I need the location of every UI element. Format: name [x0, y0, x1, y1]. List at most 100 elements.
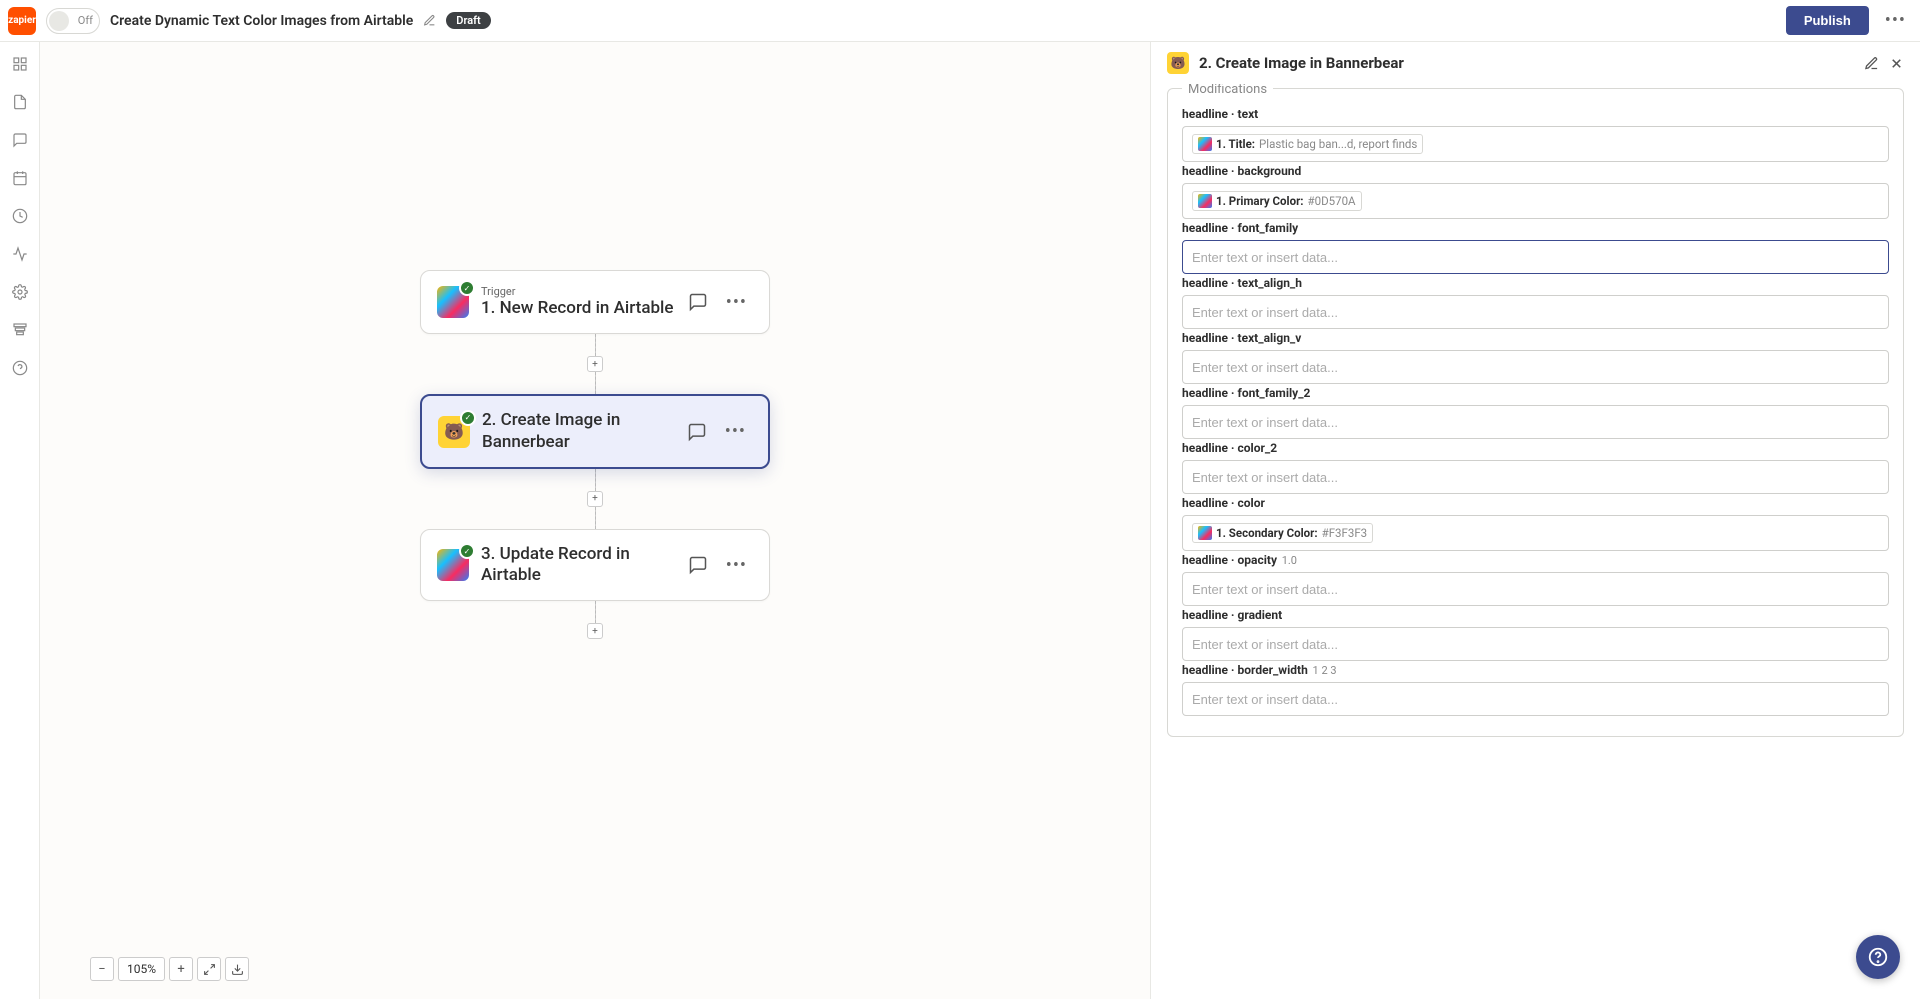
zoom-out-button[interactable]: − — [90, 957, 114, 981]
help-fab[interactable] — [1856, 935, 1900, 979]
field-input[interactable] — [1182, 295, 1889, 329]
panel-body[interactable]: Modifications headline · text1. Title: P… — [1151, 84, 1920, 999]
text-input[interactable] — [1192, 692, 1879, 707]
field-input[interactable] — [1182, 460, 1889, 494]
step-comment-icon[interactable] — [688, 555, 708, 575]
step-config-panel: 🐻 2. Create Image in Bannerbear Modifica… — [1150, 42, 1920, 999]
field-input[interactable] — [1182, 240, 1889, 274]
data-pill[interactable]: 1. Secondary Color: #F3F3F3 — [1192, 523, 1373, 543]
step-comment-icon[interactable] — [687, 422, 707, 442]
field-label: headline · background — [1182, 164, 1889, 178]
step-more-icon[interactable]: ••• — [720, 555, 753, 576]
header-more-icon[interactable]: ••• — [1879, 10, 1912, 31]
toggle-label: Off — [78, 14, 93, 27]
zoom-fit-button[interactable] — [197, 957, 221, 981]
check-icon: ✓ — [460, 410, 476, 426]
zap-toggle[interactable]: Off — [46, 8, 100, 34]
steps-container: ✓ Trigger 1. New Record in Airtable ••• … — [420, 270, 770, 639]
step-text: Trigger 1. New Record in Airtable — [481, 285, 676, 319]
add-step-button[interactable]: + — [587, 356, 603, 372]
data-pill[interactable]: 1. Title: Plastic bag ban...d, report fi… — [1192, 134, 1423, 154]
field-label: headline · gradient — [1182, 608, 1889, 622]
panel-edit-icon[interactable] — [1864, 56, 1879, 71]
step-icon-wrap: ✓ — [437, 549, 469, 581]
calendar-icon[interactable] — [10, 168, 30, 188]
step-more-icon[interactable]: ••• — [719, 421, 752, 442]
text-input[interactable] — [1192, 582, 1879, 597]
field-input[interactable]: 1. Title: Plastic bag ban...d, report fi… — [1182, 126, 1889, 162]
step-comment-icon[interactable] — [688, 292, 708, 312]
field-label: headline · font_family — [1182, 221, 1889, 235]
data-pill[interactable]: 1. Primary Color: #0D570A — [1192, 191, 1362, 211]
zoom-in-button[interactable]: + — [169, 957, 193, 981]
export-button[interactable] — [225, 957, 249, 981]
panel-title: 2. Create Image in Bannerbear — [1199, 54, 1854, 72]
left-sidebar — [0, 42, 40, 999]
add-step-button[interactable]: + — [587, 623, 603, 639]
logo-text: zapier — [8, 15, 36, 26]
apps-icon[interactable] — [10, 54, 30, 74]
field-input[interactable] — [1182, 405, 1889, 439]
field-6: headline · color_2 — [1182, 441, 1889, 494]
field-input[interactable]: 1. Secondary Color: #F3F3F3 — [1182, 515, 1889, 551]
field-label: headline · color_2 — [1182, 441, 1889, 455]
text-input[interactable] — [1192, 360, 1879, 375]
step-icon-wrap: ✓ — [437, 286, 469, 318]
step-small-label: Trigger — [481, 285, 676, 298]
step-title: 1. New Record in Airtable — [481, 298, 676, 319]
field-input[interactable]: 1. Primary Color: #0D570A — [1182, 183, 1889, 219]
step-title: 3. Update Record in Airtable — [481, 544, 676, 587]
text-input[interactable] — [1192, 637, 1879, 652]
settings-icon[interactable] — [10, 282, 30, 302]
step-card-3[interactable]: ✓ 3. Update Record in Airtable ••• — [420, 529, 770, 602]
fieldset-legend: Modifications — [1182, 84, 1273, 97]
step-card-1[interactable]: ✓ Trigger 1. New Record in Airtable ••• — [420, 270, 770, 334]
comment-icon[interactable] — [10, 130, 30, 150]
text-input[interactable] — [1192, 470, 1879, 485]
file-icon[interactable] — [10, 92, 30, 112]
check-icon: ✓ — [459, 543, 475, 559]
step-text: 3. Update Record in Airtable — [481, 544, 676, 587]
connector-line — [595, 507, 596, 529]
connector-line — [595, 372, 596, 394]
archive-icon[interactable] — [10, 320, 30, 340]
connector: + — [420, 601, 770, 639]
airtable-icon — [1198, 194, 1212, 208]
panel-close-icon[interactable] — [1889, 56, 1904, 71]
clock-icon[interactable] — [10, 206, 30, 226]
field-label: headline · text_align_h — [1182, 276, 1889, 290]
field-input[interactable] — [1182, 627, 1889, 661]
publish-button[interactable]: Publish — [1786, 6, 1869, 35]
step-actions: ••• — [687, 421, 752, 442]
workflow-canvas[interactable]: ✓ Trigger 1. New Record in Airtable ••• … — [40, 42, 1150, 999]
pill-label: 1. Primary Color: — [1216, 194, 1304, 208]
step-text: 2. Create Image in Bannerbear — [482, 410, 675, 453]
field-input[interactable] — [1182, 572, 1889, 606]
step-card-2[interactable]: 🐻 ✓ 2. Create Image in Bannerbear ••• — [420, 394, 770, 469]
field-input[interactable] — [1182, 682, 1889, 716]
text-input[interactable] — [1192, 250, 1879, 265]
field-9: headline · gradient — [1182, 608, 1889, 661]
step-title: 2. Create Image in Bannerbear — [482, 410, 675, 453]
panel-header: 🐻 2. Create Image in Bannerbear — [1151, 42, 1920, 84]
field-2: headline · font_family — [1182, 221, 1889, 274]
edit-title-icon[interactable] — [423, 14, 436, 27]
bannerbear-icon: 🐻 — [1167, 52, 1189, 74]
activity-icon[interactable] — [10, 244, 30, 264]
zoom-level[interactable]: 105% — [118, 957, 165, 981]
field-input[interactable] — [1182, 350, 1889, 384]
airtable-icon — [1198, 137, 1212, 151]
connector-line — [595, 601, 596, 623]
step-icon-wrap: 🐻 ✓ — [438, 416, 470, 448]
step-more-icon[interactable]: ••• — [720, 292, 753, 313]
text-input[interactable] — [1192, 415, 1879, 430]
connector: + — [420, 334, 770, 394]
field-label: headline · text_align_v — [1182, 331, 1889, 345]
add-step-button[interactable]: + — [587, 491, 603, 507]
help-icon[interactable] — [10, 358, 30, 378]
zapier-logo[interactable]: zapier — [8, 7, 36, 35]
modifications-fieldset: Modifications headline · text1. Title: P… — [1167, 88, 1904, 737]
pill-label: 1. Title: — [1216, 137, 1255, 151]
text-input[interactable] — [1192, 305, 1879, 320]
field-label: headline · font_family_2 — [1182, 386, 1889, 400]
